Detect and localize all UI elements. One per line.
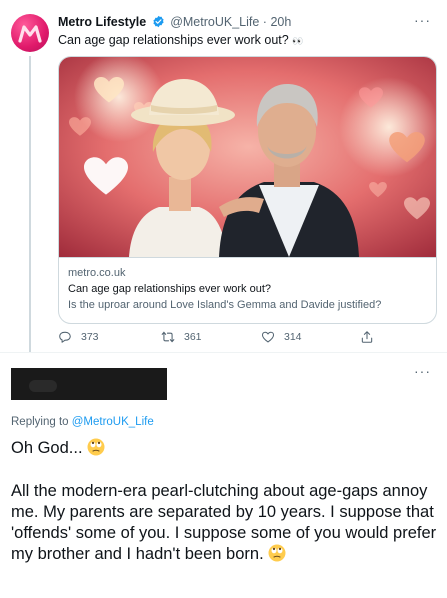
like-button[interactable]: 314 bbox=[261, 330, 302, 344]
like-count: 314 bbox=[284, 331, 302, 343]
separator-dot: · bbox=[262, 15, 267, 29]
original-tweet[interactable]: Metro Lifestyle @MetroUK_Life · 20h ··· … bbox=[0, 0, 447, 352]
card-title: Can age gap relationships ever work out? bbox=[68, 283, 272, 295]
author-handle[interactable]: @MetroUK_Life bbox=[170, 15, 259, 29]
reply-icon bbox=[59, 331, 71, 343]
eye-roll-emoji-icon bbox=[87, 438, 105, 456]
share-button[interactable] bbox=[360, 330, 383, 344]
reply-line-1: Oh God... bbox=[11, 438, 105, 458]
retweet-icon bbox=[161, 331, 175, 343]
thread-line bbox=[29, 56, 31, 352]
heart-icon bbox=[261, 331, 275, 343]
tweet-time[interactable]: 20h bbox=[270, 15, 291, 29]
more-options-icon[interactable]: ··· bbox=[414, 363, 431, 379]
reply-count: 373 bbox=[81, 331, 99, 343]
replying-prefix: Replying to bbox=[11, 416, 72, 428]
eye-roll-emoji-icon bbox=[268, 544, 286, 562]
reply-body-text: All the modern-era pearl-clutching about… bbox=[11, 482, 437, 563]
reply-tweet[interactable]: ··· Replying to @MetroUK_Life Oh God... … bbox=[0, 352, 447, 598]
reply-button[interactable]: 373 bbox=[58, 330, 99, 344]
author-name[interactable]: Metro Lifestyle bbox=[58, 15, 146, 29]
card-meta[interactable]: metro.co.uk Can age gap relationships ev… bbox=[59, 257, 436, 323]
link-card[interactable]: metro.co.uk Can age gap relationships ev… bbox=[58, 56, 437, 324]
reply-line-1-text: Oh God... bbox=[11, 439, 83, 457]
verified-badge-icon bbox=[153, 15, 164, 28]
more-options-icon[interactable]: ··· bbox=[414, 12, 431, 28]
tweet-text: Can age gap relationships ever work out?… bbox=[58, 33, 303, 47]
tweet-text-content: Can age gap relationships ever work out? bbox=[58, 33, 289, 47]
share-icon bbox=[361, 331, 373, 343]
retweet-button[interactable]: 361 bbox=[161, 330, 202, 344]
redacted-author bbox=[11, 368, 167, 400]
metro-logo-icon bbox=[18, 25, 42, 43]
card-domain: metro.co.uk bbox=[68, 267, 126, 279]
retweet-count: 361 bbox=[184, 331, 202, 343]
redaction-mark bbox=[29, 380, 57, 392]
card-description: Is the uproar around Love Island's Gemma… bbox=[68, 299, 382, 311]
reply-body: All the modern-era pearl-clutching about… bbox=[11, 481, 441, 565]
replying-to: Replying to @MetroUK_Life bbox=[11, 416, 154, 428]
replying-mention-link[interactable]: @MetroUK_Life bbox=[72, 416, 154, 428]
tweet-actions: 373 361 314 bbox=[58, 330, 438, 350]
eyes-emoji: 👀 bbox=[292, 36, 304, 46]
avatar[interactable] bbox=[11, 14, 49, 52]
card-image[interactable] bbox=[59, 57, 437, 257]
tweet-header: Metro Lifestyle @MetroUK_Life · 20h bbox=[58, 15, 291, 29]
